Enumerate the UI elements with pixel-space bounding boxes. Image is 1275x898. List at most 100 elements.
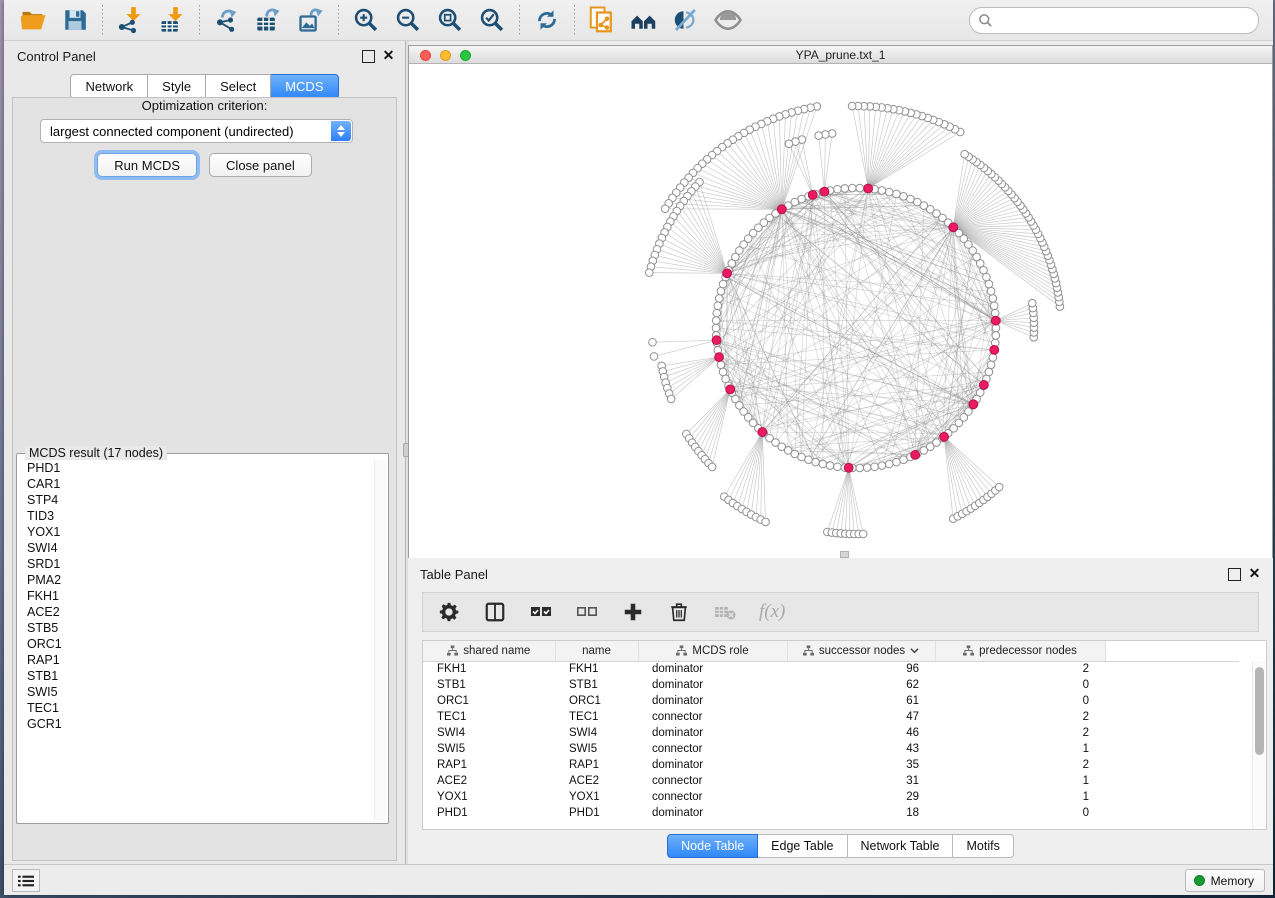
zoom-fit-icon[interactable] — [435, 5, 465, 35]
split-columns-icon[interactable] — [483, 600, 507, 624]
table-cell[interactable]: 46 — [787, 725, 935, 741]
table-cell[interactable]: 35 — [787, 757, 935, 773]
select-all-icon[interactable] — [529, 600, 553, 624]
save-icon[interactable] — [60, 5, 90, 35]
memory-button[interactable]: Memory — [1185, 869, 1265, 892]
table-cell[interactable]: dominator — [638, 661, 787, 677]
table-cell[interactable]: 2 — [935, 709, 1105, 725]
mcds-result-item[interactable]: TEC1 — [27, 700, 373, 716]
table-row[interactable]: RAP1RAP1dominator352 — [423, 757, 1239, 773]
table-cell[interactable]: 2 — [935, 757, 1105, 773]
table-cell[interactable]: 2 — [935, 661, 1105, 677]
table-scrollbar[interactable] — [1252, 661, 1266, 829]
zoom-out-icon[interactable] — [393, 5, 423, 35]
table-cell[interactable]: 31 — [787, 773, 935, 789]
tab-mcds[interactable]: MCDS — [271, 74, 338, 99]
table-cell[interactable]: dominator — [638, 677, 787, 693]
mcds-result-item[interactable]: TID3 — [27, 508, 373, 524]
table-cell[interactable]: YOX1 — [423, 789, 555, 805]
tab-edge-table[interactable]: Edge Table — [758, 834, 847, 858]
table-cell[interactable]: 0 — [935, 677, 1105, 693]
table-cell[interactable]: FKH1 — [555, 661, 638, 677]
run-mcds-button[interactable]: Run MCDS — [97, 153, 197, 177]
mcds-result-item[interactable]: SWI5 — [27, 684, 373, 700]
hide-selection-icon[interactable] — [671, 5, 701, 35]
table-cell[interactable]: SWI4 — [555, 725, 638, 741]
mcds-result-item[interactable]: STB1 — [27, 668, 373, 684]
table-cell[interactable]: RAP1 — [423, 757, 555, 773]
task-history-button[interactable] — [12, 869, 40, 892]
table-cell[interactable]: PHD1 — [555, 805, 638, 821]
table-cell[interactable]: STB1 — [423, 677, 555, 693]
tab-network-table[interactable]: Network Table — [848, 834, 954, 858]
table-row[interactable]: FKH1FKH1dominator962 — [423, 661, 1239, 677]
table-cell[interactable]: ORC1 — [555, 693, 638, 709]
table-cell[interactable]: YOX1 — [555, 789, 638, 805]
search-network-icon[interactable] — [629, 5, 659, 35]
table-cell[interactable]: SWI5 — [423, 741, 555, 757]
settings-gear-icon[interactable] — [437, 600, 461, 624]
close-table-panel-icon[interactable]: ✕ — [1248, 568, 1261, 581]
mcds-result-item[interactable]: STP4 — [27, 492, 373, 508]
column-header-predecessor-nodes[interactable]: predecessor nodes — [935, 641, 1105, 661]
column-header-successor-nodes[interactable]: successor nodes — [787, 641, 935, 661]
delete-column-icon[interactable] — [667, 600, 691, 624]
column-header-MCDS-role[interactable]: MCDS role — [638, 641, 787, 661]
network-splitter-handle[interactable] — [840, 551, 849, 558]
table-cell[interactable]: 0 — [935, 805, 1105, 821]
table-row[interactable]: ORC1ORC1dominator610 — [423, 693, 1239, 709]
float-panel-icon[interactable] — [362, 50, 375, 63]
table-cell[interactable]: RAP1 — [555, 757, 638, 773]
column-header-name[interactable]: name — [555, 641, 638, 661]
close-panel-button[interactable]: Close panel — [209, 153, 312, 177]
table-cell[interactable]: connector — [638, 741, 787, 757]
table-row[interactable]: SWI4SWI4dominator462 — [423, 725, 1239, 741]
show-selection-icon[interactable] — [713, 5, 743, 35]
open-folder-icon[interactable] — [18, 5, 48, 35]
table-cell[interactable]: dominator — [638, 757, 787, 773]
table-cell[interactable]: 2 — [935, 725, 1105, 741]
export-table-icon[interactable] — [254, 5, 284, 35]
table-cell[interactable]: 61 — [787, 693, 935, 709]
delete-table-icon[interactable] — [713, 600, 737, 624]
table-cell[interactable]: TEC1 — [555, 709, 638, 725]
table-cell[interactable]: 0 — [935, 693, 1105, 709]
table-row[interactable]: TEC1TEC1connector472 — [423, 709, 1239, 725]
new-network-from-selection-icon[interactable] — [587, 5, 617, 35]
mcds-result-item[interactable]: YOX1 — [27, 524, 373, 540]
table-cell[interactable]: connector — [638, 709, 787, 725]
tab-motifs[interactable]: Motifs — [953, 834, 1013, 858]
mcds-result-item[interactable]: PMA2 — [27, 572, 373, 588]
table-cell[interactable]: 47 — [787, 709, 935, 725]
table-cell[interactable]: dominator — [638, 805, 787, 821]
network-graph[interactable] — [409, 64, 1272, 558]
column-header-shared-name[interactable]: shared name — [423, 641, 555, 661]
add-column-icon[interactable] — [621, 600, 645, 624]
table-row[interactable]: ACE2ACE2connector311 — [423, 773, 1239, 789]
table-cell[interactable]: 1 — [935, 789, 1105, 805]
table-cell[interactable]: connector — [638, 773, 787, 789]
mcds-result-item[interactable]: SWI4 — [27, 540, 373, 556]
network-canvas[interactable] — [409, 64, 1272, 558]
refresh-icon[interactable] — [532, 5, 562, 35]
table-cell[interactable]: PHD1 — [423, 805, 555, 821]
mcds-result-item[interactable]: ACE2 — [27, 604, 373, 620]
table-cell[interactable]: dominator — [638, 725, 787, 741]
network-window-titlebar[interactable]: YPA_prune.txt_1 — [409, 46, 1272, 64]
mcds-result-item[interactable]: SRD1 — [27, 556, 373, 572]
table-scrollbar-thumb[interactable] — [1255, 667, 1264, 755]
mcds-result-item[interactable]: GCR1 — [27, 716, 373, 732]
table-cell[interactable]: 43 — [787, 741, 935, 757]
import-network-icon[interactable] — [115, 5, 145, 35]
table-cell[interactable]: 1 — [935, 741, 1105, 757]
mcds-result-item[interactable]: ORC1 — [27, 636, 373, 652]
import-table-icon[interactable] — [157, 5, 187, 35]
mcds-result-scrollbar[interactable] — [374, 460, 386, 821]
mcds-result-item[interactable]: CAR1 — [27, 476, 373, 492]
tab-style[interactable]: Style — [148, 74, 206, 99]
table-cell[interactable]: TEC1 — [423, 709, 555, 725]
table-cell[interactable]: ACE2 — [423, 773, 555, 789]
table-row[interactable]: STB1STB1dominator620 — [423, 677, 1239, 693]
table-cell[interactable]: 29 — [787, 789, 935, 805]
table-cell[interactable]: ACE2 — [555, 773, 638, 789]
